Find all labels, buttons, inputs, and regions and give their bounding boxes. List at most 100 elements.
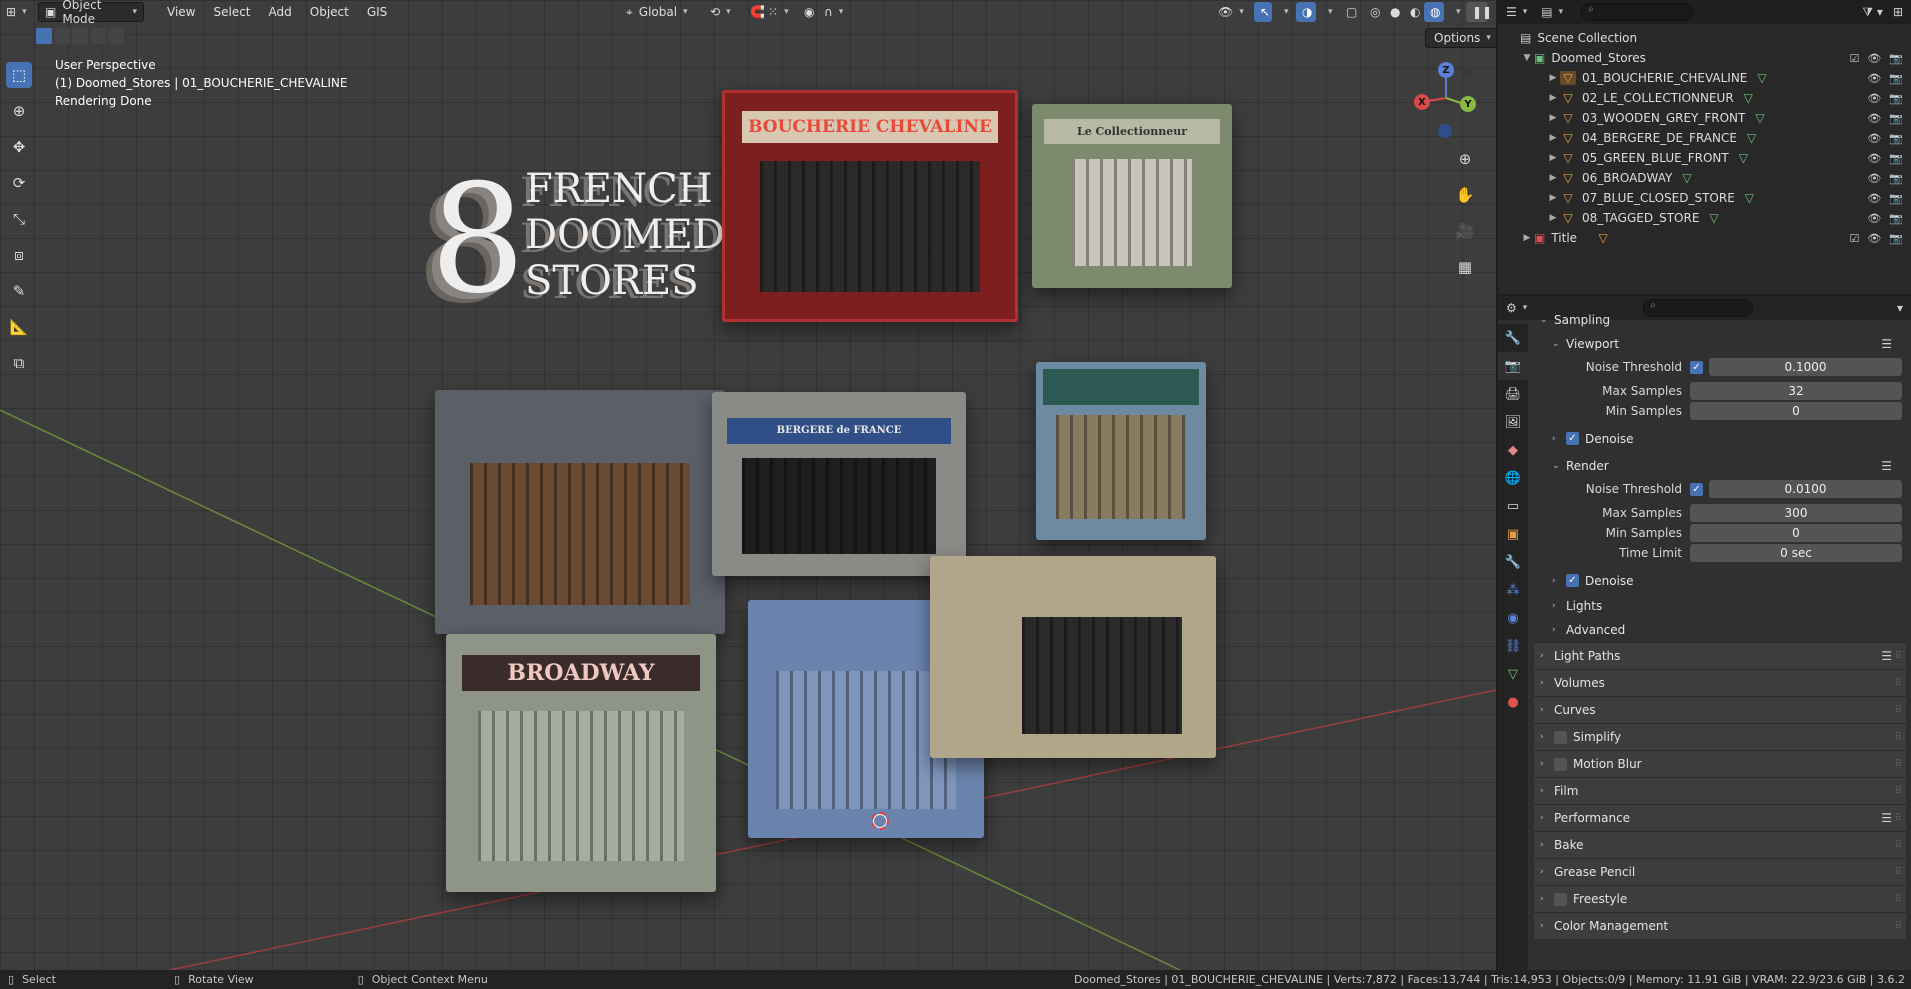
expand-icon[interactable]: ▶ [1546, 73, 1560, 83]
material-tab-icon[interactable]: ● [1498, 688, 1528, 716]
particles-tab-icon[interactable]: ⁂ [1498, 576, 1528, 604]
subsection-render[interactable]: ⌄ Render ☰ [1534, 452, 1906, 479]
camera-icon[interactable]: 📷 [1889, 112, 1903, 125]
section-freestyle[interactable]: › Freestyle ⠿ [1534, 885, 1906, 912]
noise-threshold-checkbox[interactable]: ✓ [1690, 482, 1703, 496]
menu-select[interactable]: Select [204, 5, 259, 19]
filter-icon[interactable]: ⧩ ▾ [1862, 5, 1883, 20]
display-mode-icon[interactable]: ▤ [1541, 5, 1552, 19]
collection-tab-icon[interactable]: ▭ [1498, 492, 1528, 520]
gizmo-y-axis[interactable]: Y [1460, 96, 1476, 112]
outliner-row-object-8[interactable]: ▶ ▽ 08_TAGGED_STORE ▽ 👁 📷 [1498, 208, 1911, 228]
presets-list-icon[interactable]: ☰ [1881, 811, 1892, 825]
gizmo-dropdown[interactable]: ▾ [1272, 2, 1295, 22]
eye-icon[interactable]: 👁 [1867, 152, 1881, 165]
eye-icon[interactable]: 👁 [1867, 52, 1881, 65]
viewport-min-samples-field[interactable]: 0 [1690, 402, 1902, 420]
subsection-viewport[interactable]: ⌄ Viewport ☰ [1534, 330, 1906, 357]
orientation-dropdown[interactable]: ⌖ Global ▾ [620, 2, 694, 22]
outliner-row-object-6[interactable]: ▶ ▽ 06_BROADWAY ▽ 👁 📷 [1498, 168, 1911, 188]
expand-icon[interactable]: ▶ [1546, 93, 1560, 103]
shading-dropdown[interactable]: ▾ [1444, 2, 1467, 22]
scale-tool[interactable]: ⤡ [6, 206, 32, 232]
section-simplify[interactable]: › Simplify ⠿ [1534, 723, 1906, 750]
scene-tab-icon[interactable]: ◆ [1498, 436, 1528, 464]
modifiers-tab-icon[interactable]: 🔧 [1498, 548, 1528, 576]
store-boucherie-chevaline[interactable]: BOUCHERIE CHEVALINE [722, 90, 1018, 322]
editor-type-button[interactable]: ⊞ ▾ [0, 2, 34, 22]
render-time-limit-field[interactable]: 0 sec [1690, 544, 1902, 562]
falloff-dropdown[interactable]: ∩ ▾ [818, 2, 849, 22]
gizmo-neg-y-axis[interactable] [1462, 66, 1474, 78]
drag-handle-icon[interactable]: ⠿ [1895, 894, 1902, 905]
exclude-checkbox-icon[interactable]: ☑ [1849, 232, 1859, 245]
object-tab-icon[interactable]: ▣ [1498, 520, 1528, 548]
expand-icon[interactable]: ▶ [1546, 133, 1560, 143]
denoise-checkbox[interactable]: ✓ [1566, 432, 1579, 445]
store-wooden-grey-front[interactable] [435, 390, 725, 634]
expand-icon[interactable]: ▶ [1546, 173, 1560, 183]
expand-icon[interactable]: ▶ [1520, 233, 1534, 243]
new-collection-icon[interactable]: ⊞ [1893, 5, 1903, 19]
outliner-row-scene-collection[interactable]: ▤ Scene Collection [1498, 28, 1911, 48]
outliner-row-object-5[interactable]: ▶ ▽ 05_GREEN_BLUE_FRONT ▽ 👁 📷 [1498, 148, 1911, 168]
section-color-management[interactable]: › Color Management ⠿ [1534, 912, 1906, 939]
outliner-row-doomed-stores[interactable]: ▼ ▣ Doomed_Stores ☑ 👁 📷 [1498, 48, 1911, 68]
xray-toggle[interactable]: ▢ [1340, 2, 1363, 22]
drag-handle-icon[interactable]: ⠿ [1895, 732, 1902, 743]
navigation-gizmo[interactable]: Z X Y [1408, 58, 1488, 138]
camera-icon[interactable]: 📷 [1889, 232, 1903, 245]
menu-object[interactable]: Object [301, 5, 358, 19]
section-curves[interactable]: › Curves ⠿ [1534, 696, 1906, 723]
section-volumes[interactable]: › Volumes ⠿ [1534, 669, 1906, 696]
drag-handle-icon[interactable]: ⠿ [1895, 813, 1902, 824]
snap-target-dropdown[interactable]: ⁙ ▾ [762, 2, 795, 22]
select-subtract-button[interactable] [72, 28, 88, 44]
physics-tab-icon[interactable]: ◉ [1498, 604, 1528, 632]
eye-icon[interactable]: 👁 [1867, 172, 1881, 185]
outliner-row-title[interactable]: ▶ ▣ Title ▽ ☑ 👁 📷 [1498, 228, 1911, 248]
add-cube-tool[interactable]: ⧉ [6, 350, 32, 376]
pivot-dropdown[interactable]: ⟲ ▾ [704, 2, 737, 22]
presets-list-icon[interactable]: ☰ [1881, 337, 1892, 351]
drag-handle-icon[interactable]: ⠿ [1895, 705, 1902, 716]
camera-icon[interactable]: 📷 [1889, 152, 1903, 165]
visibility-dropdown[interactable]: 👁 ▾ [1212, 2, 1250, 22]
expand-icon[interactable]: ▶ [1546, 193, 1560, 203]
eye-icon[interactable]: 👁 [1867, 72, 1881, 85]
perspective-grid-icon[interactable]: ▦ [1452, 254, 1478, 280]
3d-cursor-icon[interactable] [871, 812, 889, 830]
move-tool[interactable]: ✥ [6, 134, 32, 160]
view-layer-tab-icon[interactable]: 🖼 [1498, 408, 1528, 436]
section-film[interactable]: › Film ⠿ [1534, 777, 1906, 804]
outliner-row-object-3[interactable]: ▶ ▽ 03_WOODEN_GREY_FRONT ▽ 👁 📷 [1498, 108, 1911, 128]
world-tab-icon[interactable]: 🌐 [1498, 464, 1528, 492]
render-tab-icon[interactable]: 📷 [1498, 352, 1528, 380]
eye-icon[interactable]: 👁 [1867, 92, 1881, 105]
drag-handle-icon[interactable]: ⠿ [1895, 867, 1902, 878]
camera-icon[interactable]: 📷 [1889, 92, 1903, 105]
3d-viewport[interactable]: ⊞ ▾ ▣ Object Mode ▾ View Select Add Object… [0, 0, 1496, 970]
store-green-blue-front[interactable] [1036, 362, 1206, 540]
outliner-editor-icon[interactable]: ☰ [1506, 5, 1517, 19]
select-extend-button[interactable] [54, 28, 70, 44]
gizmo-z-axis[interactable]: Z [1438, 62, 1454, 78]
camera-icon[interactable]: 📷 [1889, 212, 1903, 225]
subsection-lights[interactable]: › Lights [1534, 594, 1906, 618]
gizmo-x-axis[interactable]: X [1414, 94, 1430, 110]
denoise-checkbox[interactable]: ✓ [1566, 574, 1579, 587]
subsection-advanced[interactable]: › Advanced [1534, 618, 1906, 642]
exclude-checkbox-icon[interactable]: ☑ [1849, 52, 1859, 65]
store-le-collectionneur[interactable]: Le Collectionneur [1032, 104, 1232, 288]
render-noise-threshold-field[interactable]: 0.0100 [1709, 480, 1902, 498]
outliner-row-object-2[interactable]: ▶ ▽ 02_LE_COLLECTIONNEUR ▽ 👁 📷 [1498, 88, 1911, 108]
outliner-row-object-1[interactable]: ▶ ▽ 01_BOUCHERIE_CHEVALINE ▽ 👁 📷 [1498, 68, 1911, 88]
drag-handle-icon[interactable]: ⠿ [1895, 651, 1902, 662]
select-invert-button[interactable] [90, 28, 106, 44]
camera-icon[interactable]: 🎥 [1452, 218, 1478, 244]
cursor-tool[interactable]: ⊕ [6, 98, 32, 124]
camera-icon[interactable]: 📷 [1889, 72, 1903, 85]
outliner-row-object-4[interactable]: ▶ ▽ 04_BERGERE_DE_FRANCE ▽ 👁 📷 [1498, 128, 1911, 148]
section-performance[interactable]: › Performance ☰ ⠿ [1534, 804, 1906, 831]
store-broadway[interactable]: BROADWAY [446, 634, 716, 892]
